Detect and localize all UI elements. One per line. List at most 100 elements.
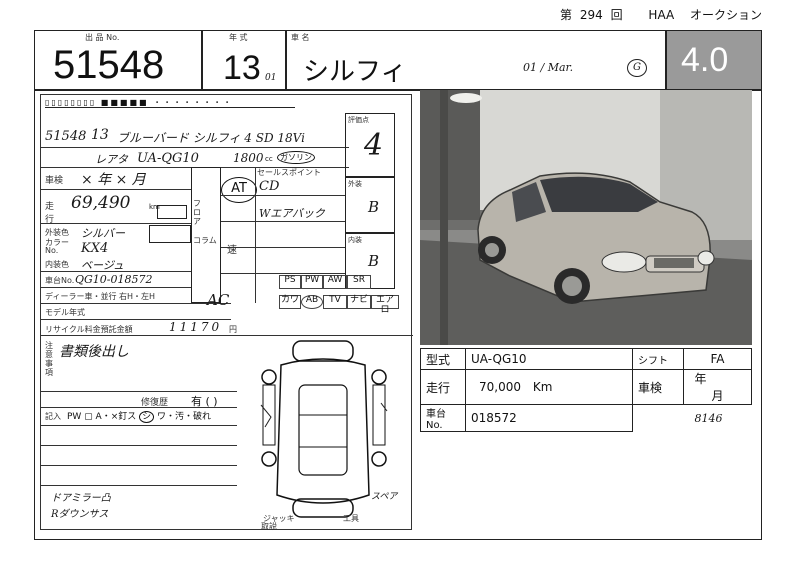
- fuel-type: ガソリン: [280, 153, 312, 162]
- divider: [41, 223, 191, 224]
- ext-grade-label: 外装: [348, 180, 362, 188]
- spare-label: スペア: [371, 492, 398, 502]
- check-row: PW ▢ A・×釘ス シ ワ・汚・破れ: [67, 411, 212, 423]
- sheet-title-line: ブルーバード シルフィ 4 SD 18Vi: [117, 131, 305, 145]
- chassis-note: 8146: [694, 412, 723, 426]
- sales-point-2: Wエアバック: [259, 207, 325, 220]
- equip-ps: PS: [279, 275, 301, 289]
- shaken-month-unit: 月: [711, 389, 724, 403]
- shaken-spec-cell: 年 月: [683, 369, 752, 405]
- type-label: 型式: [420, 348, 466, 370]
- divider: [41, 445, 237, 446]
- equip-tv: TV: [323, 295, 347, 309]
- int-grade: B: [368, 252, 380, 270]
- year-box: 年 式 13 01: [202, 30, 286, 90]
- floor-label: フロア: [193, 199, 201, 226]
- divider: [41, 391, 237, 392]
- divider: [41, 271, 191, 272]
- ext-color-label: 外装色: [45, 228, 69, 237]
- spec-table: 型式 UA-QG10 シフト FA 走行 70,000 Km 車検 年 月 車台…: [420, 348, 752, 432]
- at-circle: AT: [221, 177, 257, 203]
- divider: [41, 303, 231, 304]
- mileage-spec-cell: 70,000 Km: [465, 369, 633, 405]
- fuel-circle: ガソリン: [277, 151, 315, 164]
- keys-label: 記入: [45, 412, 61, 421]
- mileage-check-box: [157, 205, 187, 219]
- ext-color: シルバー: [81, 227, 125, 240]
- car-photo: [420, 90, 752, 345]
- recycle-label: リサイクル料金預託金額: [45, 325, 133, 334]
- model-value: シルフィ: [303, 57, 407, 87]
- ext-grade: B: [368, 198, 380, 216]
- year-value: 13: [223, 49, 261, 87]
- grade-box: 4.0: [666, 30, 762, 90]
- divider: [41, 147, 349, 148]
- dealer-label: ディーラー車・並行 右H・左H: [45, 292, 156, 301]
- sheet-displacement: 1800: [233, 151, 264, 165]
- ext-grade-box: 外装 B: [345, 177, 395, 233]
- color-no: KX4: [81, 241, 109, 256]
- sheet-lot-number: 51548: [45, 129, 87, 144]
- organizer-suffix: オークション: [690, 8, 763, 22]
- organizer: HAA: [648, 8, 675, 22]
- lot-number-box: 出 品 No. 51548: [34, 30, 202, 90]
- shaken-spec-label: 車検: [632, 369, 684, 405]
- model-label: 車 名: [291, 33, 310, 42]
- divider: [41, 287, 191, 288]
- score-box: 評価点 4: [345, 113, 395, 177]
- divider: [221, 221, 345, 222]
- sheet-year: 13: [91, 127, 109, 143]
- year-note: 01: [265, 73, 277, 83]
- model-year-label: モデル年式: [45, 308, 85, 317]
- sheet-code: UA-QG10: [137, 151, 199, 166]
- at-label: AT: [231, 181, 247, 196]
- sales-point-1: CD: [259, 179, 280, 194]
- chassis-note-cell: 8146: [632, 404, 752, 432]
- session-number: 294: [579, 8, 603, 22]
- equip-ab: AB: [301, 295, 323, 309]
- notes-value: 書類後出し: [59, 344, 129, 360]
- bottom-note-1: ドアミラー凸: [51, 493, 111, 504]
- circle-note: G: [627, 59, 647, 77]
- notes-label: 注意事項: [45, 341, 53, 377]
- divider: [221, 195, 345, 196]
- mileage-spec-label: 走行: [420, 369, 466, 405]
- sheet-header-stripe: ▯▯▯▯▯▯▯▯ ■■■■■ ・・・・・・・・: [45, 97, 295, 108]
- lot-number: 51548: [53, 43, 165, 87]
- shift-value: FA: [683, 348, 752, 370]
- column-label: コラム: [193, 236, 217, 245]
- score-label: 評価点: [348, 116, 369, 124]
- divider: [41, 485, 237, 486]
- recycle-unit: 円: [229, 325, 237, 334]
- chassis-spec-label: 車台No.: [420, 404, 466, 432]
- shaken-value: × 年 × 月: [81, 172, 146, 188]
- model-box: 車 名 シルフィ 01 / Mar. G: [286, 30, 666, 90]
- session-suffix: 回: [610, 8, 623, 22]
- equip-aw: AW: [323, 275, 347, 289]
- type-value: UA-QG10: [465, 348, 633, 370]
- int-grade-label: 内装: [348, 236, 362, 244]
- divider: [255, 167, 256, 303]
- divider: [41, 189, 191, 190]
- mileage-label: 走行: [45, 202, 55, 225]
- sheet-code-prefix: レアタ: [95, 153, 128, 166]
- bottom-note-2: Rダウンサス: [51, 509, 109, 520]
- sales-point-label: セールスポイント: [257, 168, 321, 177]
- equip-navi: ナビ: [347, 295, 371, 309]
- shaken-label: 車検: [45, 176, 64, 186]
- int-color-label: 内装色: [45, 260, 69, 269]
- year-label: 年 式: [229, 33, 248, 42]
- mileage-spec-value: 70,000: [479, 380, 521, 394]
- circle-note-text: G: [633, 62, 641, 73]
- shaken-year-unit: 年: [694, 372, 707, 386]
- equip-kawa: カワ: [279, 295, 301, 309]
- divider: [41, 407, 237, 408]
- score-value: 4: [364, 128, 384, 163]
- divider: [221, 273, 345, 274]
- auction-header: 第 294 回 HAA オークション: [560, 6, 762, 23]
- shift-label: シフト: [632, 348, 684, 370]
- divider: [41, 465, 237, 466]
- lot-label: 出 品 No.: [85, 33, 120, 42]
- speed-label: 速: [227, 245, 237, 256]
- equip-pw: PW: [301, 275, 323, 289]
